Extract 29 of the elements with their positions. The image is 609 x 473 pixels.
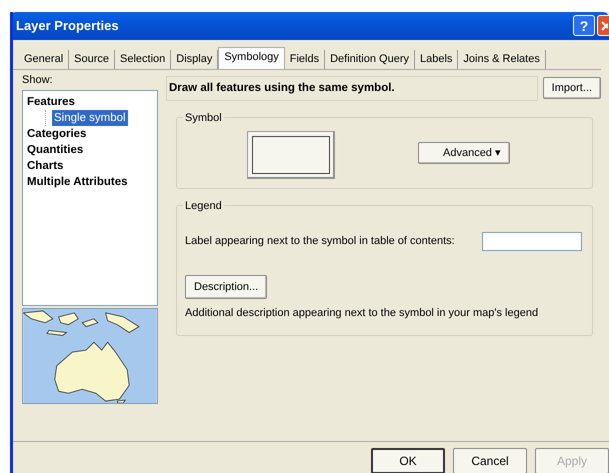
dialog-button[interactable]: OK	[371, 448, 445, 473]
tab[interactable]: Labels	[414, 50, 458, 69]
close-button[interactable]	[597, 15, 609, 36]
tab[interactable]: General	[19, 50, 70, 69]
tree-item[interactable]: Charts	[25, 158, 66, 174]
tab[interactable]: Selection	[115, 50, 172, 69]
tree-item[interactable]: Single symbol	[52, 110, 128, 126]
dialog-button[interactable]: Cancel	[453, 448, 527, 473]
tab[interactable]: Symbology	[218, 46, 285, 69]
symbol-preview-button[interactable]	[247, 131, 335, 180]
tab[interactable]: Definition Query	[325, 50, 415, 69]
description-button[interactable]: Description...	[185, 275, 268, 300]
tree-item[interactable]: Quantities	[25, 142, 86, 158]
advanced-button[interactable]: Advanced ▾	[418, 142, 510, 164]
tab[interactable]: Source	[69, 50, 115, 69]
description-heading: Draw all features using the same symbol.	[166, 76, 538, 102]
description-note: Additional description appearing next to the symbol in your map's legend	[185, 306, 540, 321]
window-title: Layer Properties	[16, 17, 120, 36]
tree-item[interactable]: Multiple Attributes	[25, 174, 130, 190]
field-label: Label appearing next to the symbol in table of contents:	[185, 234, 455, 250]
tab[interactable]: Fields	[284, 50, 326, 69]
label-input-field[interactable]	[482, 232, 582, 252]
import-button[interactable]: Import...	[542, 77, 601, 100]
close-icon	[600, 20, 608, 32]
help-button[interactable]: ?	[573, 15, 595, 36]
tree-item[interactable]: Categories	[25, 126, 88, 142]
show-label: Show:	[22, 72, 54, 88]
tree-item[interactable]: Features	[25, 94, 77, 110]
tab[interactable]: Joins & Relates	[458, 50, 546, 69]
